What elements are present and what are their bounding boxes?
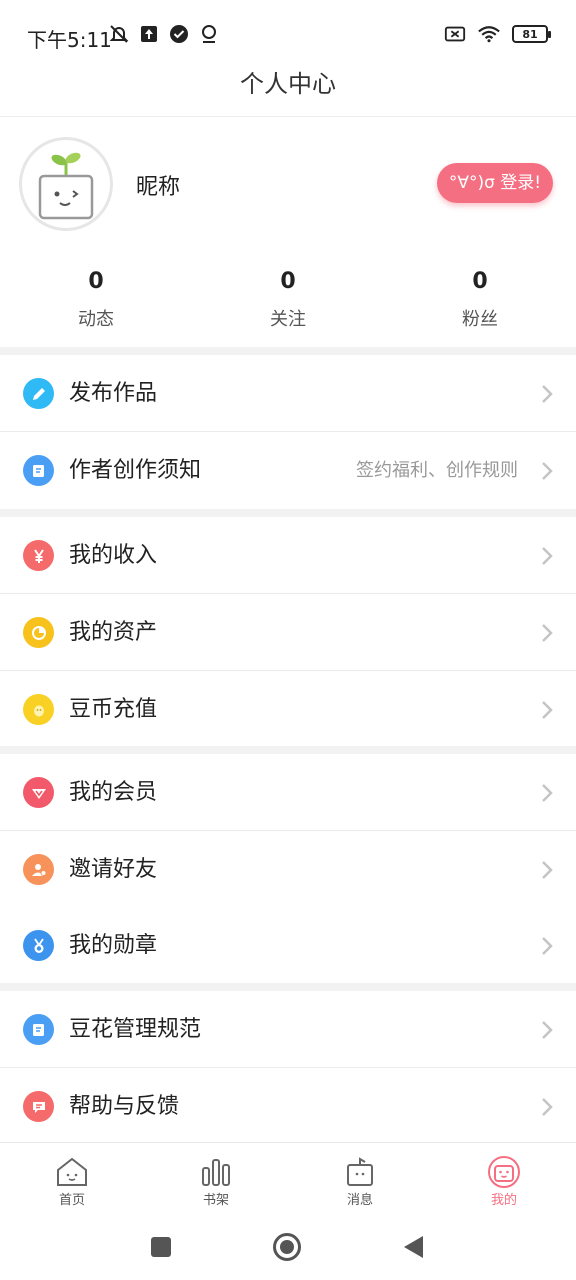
stats-row: 0 动态 0 关注 0 粉丝 [0, 267, 576, 337]
stat-label: 粉丝 [462, 309, 498, 330]
upload-icon [138, 23, 160, 45]
tab-home[interactable]: 首页 [0, 1143, 144, 1211]
menu-item-subtitle: 签约福利、创作规则 [356, 460, 518, 481]
bookshelf-icon [202, 1159, 230, 1186]
friend-icon [23, 854, 54, 885]
chevron-right-icon [542, 385, 553, 403]
menu-item-rules[interactable]: 豆花管理规范 [0, 991, 576, 1068]
menu-item-label: 帮助与反馈 [69, 1094, 180, 1119]
group-separator [0, 509, 576, 517]
chevron-right-icon [542, 624, 553, 642]
stat-value: 0 [280, 269, 296, 294]
chevron-right-icon [542, 1021, 553, 1039]
menu-item-label: 作者创作须知 [69, 458, 202, 483]
tab-messages[interactable]: 消息 [288, 1143, 432, 1211]
vip-icon [23, 777, 54, 808]
mute-bell-icon [108, 23, 130, 45]
status-time: 下午5:11 [27, 28, 112, 52]
group-separator [0, 746, 576, 754]
login-button[interactable]: °∀°)σ 登录! [437, 163, 553, 203]
stat-value: 0 [88, 269, 104, 294]
home-icon [57, 1157, 87, 1186]
back-triangle-icon [404, 1236, 423, 1258]
menu-item-label: 我的勋章 [69, 933, 158, 958]
coin-icon [23, 694, 54, 725]
no-sim-icon [444, 23, 466, 45]
page-title: 个人中心 [240, 70, 336, 98]
chevron-right-icon [542, 937, 553, 955]
yuan-icon [23, 540, 54, 571]
menu-item-label: 豆花管理规范 [69, 1017, 202, 1042]
menu-item-label: 发布作品 [69, 381, 158, 406]
chevron-right-icon [542, 462, 553, 480]
message-box-icon [347, 1157, 373, 1186]
rules-book-icon [23, 1014, 54, 1045]
tab-mine[interactable]: 我的 [432, 1143, 576, 1211]
stat-followers[interactable]: 0 粉丝 [384, 267, 576, 337]
tab-label: 书架 [202, 1193, 229, 1208]
nickname: 昵称 [136, 175, 181, 200]
group-separator [0, 983, 576, 991]
tab-label: 我的 [490, 1193, 517, 1208]
menu-item-author-notice[interactable]: 作者创作须知 签约福利、创作规则 [0, 432, 576, 509]
book-icon [23, 455, 54, 486]
menu-item-income[interactable]: 我的收入 [0, 517, 576, 594]
profile-face-icon [488, 1156, 520, 1188]
status-icons-left [108, 23, 220, 45]
chevron-right-icon [542, 784, 553, 802]
tab-label: 消息 [346, 1193, 373, 1208]
medal-icon [23, 930, 54, 961]
circle-icon [273, 1233, 301, 1261]
chevron-right-icon [542, 547, 553, 565]
status-bar: 下午5:11 81 [0, 0, 576, 68]
menu-item-medal[interactable]: 我的勋章 [0, 907, 576, 984]
stat-label: 动态 [78, 309, 114, 330]
menu-item-help[interactable]: 帮助与反馈 [0, 1068, 576, 1145]
menu-item-label: 豆币充值 [69, 697, 158, 722]
recent-apps-button[interactable] [146, 1232, 176, 1262]
menu-item-recharge[interactable]: 豆币充值 [0, 671, 576, 748]
menu-item-vip[interactable]: 我的会员 [0, 754, 576, 831]
profile-section: 昵称 °∀°)σ 登录! 0 动态 0 关注 0 粉丝 [0, 117, 576, 347]
stat-following[interactable]: 0 关注 [192, 267, 384, 337]
system-nav-bar [0, 1210, 576, 1280]
group-separator [0, 347, 576, 355]
pencil-icon [23, 378, 54, 409]
tab-shelf[interactable]: 书架 [144, 1143, 288, 1211]
menu-item-label: 邀请好友 [69, 857, 158, 882]
menu-item-label: 我的资产 [69, 620, 158, 645]
stat-value: 0 [472, 269, 488, 294]
chevron-right-icon [542, 861, 553, 879]
message-icon [23, 1091, 54, 1122]
battery-icon: 81 [512, 25, 551, 43]
avatar[interactable] [19, 137, 113, 231]
square-icon [151, 1237, 171, 1257]
menu-item-invite[interactable]: 邀请好友 [0, 831, 576, 908]
chevron-right-icon [542, 1098, 553, 1116]
chevron-right-icon [542, 701, 553, 719]
status-icons-right: 81 [444, 23, 551, 45]
menu-item-label: 我的收入 [69, 543, 158, 568]
back-button[interactable] [398, 1232, 428, 1262]
sprout-face-icon [38, 152, 94, 220]
check-circle-icon [168, 23, 190, 45]
menu-item-assets[interactable]: 我的资产 [0, 594, 576, 671]
menu-item-publish[interactable]: 发布作品 [0, 355, 576, 432]
tab-label: 首页 [58, 1193, 85, 1208]
stat-label: 关注 [270, 309, 306, 330]
bottom-tab-bar: 首页 书架 消息 我的 [0, 1142, 576, 1210]
location-icon [198, 23, 220, 45]
battery-level: 81 [522, 27, 538, 41]
stat-posts[interactable]: 0 动态 [0, 267, 192, 337]
pie-icon [23, 617, 54, 648]
wifi-icon [478, 23, 500, 45]
menu-item-label: 我的会员 [69, 780, 158, 805]
home-button[interactable] [272, 1232, 302, 1262]
